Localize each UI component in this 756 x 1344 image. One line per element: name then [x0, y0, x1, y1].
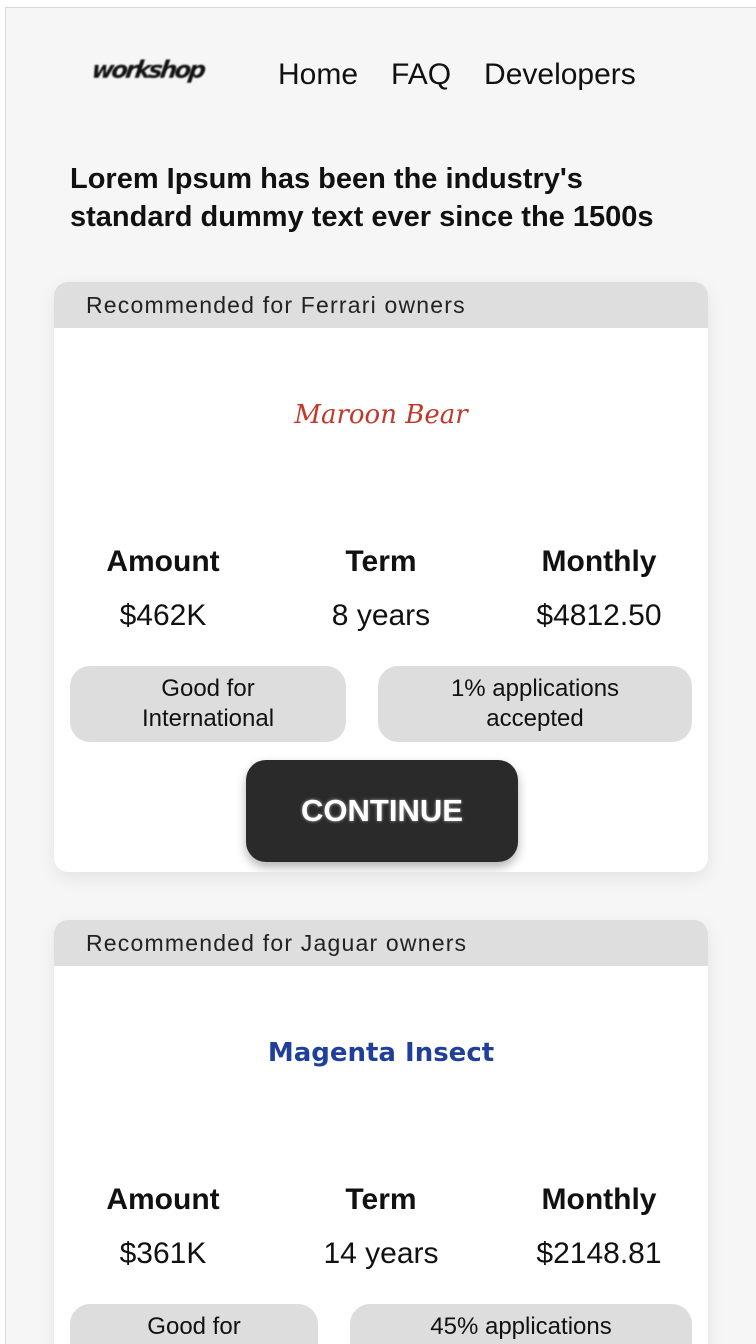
card-recommendation-header: Recommended for Ferrari owners: [54, 282, 708, 328]
stat-term-value: 8 years: [331, 599, 431, 632]
brand-name: Maroon Bear: [294, 400, 468, 430]
stat-amount-label: Amount: [106, 545, 220, 578]
stat-monthly-label: Monthly: [541, 1183, 657, 1216]
continue-button[interactable]: CONTINUE: [246, 760, 518, 862]
brand-name: Magenta Insect: [267, 1038, 495, 1068]
stat-amount-value: $361K: [119, 1237, 207, 1270]
stat-amount: Amount $361K: [54, 1180, 272, 1274]
card-recommendation-header: Recommended for Jaguar owners: [54, 920, 708, 966]
stat-monthly-value: $4812.50: [536, 599, 662, 632]
stat-term-label: Term: [345, 1183, 417, 1216]
page-frame: workshop Home FAQ Developers Lorem Ipsum…: [5, 7, 756, 1344]
stat-term-label: Term: [345, 545, 417, 578]
acceptance-badge: 45% applications accepted: [350, 1304, 692, 1344]
stat-monthly-value: $2148.81: [536, 1237, 662, 1270]
stat-amount: Amount $462K: [54, 542, 272, 636]
stat-term: Term 8 years: [272, 542, 490, 636]
nav-faq-link[interactable]: FAQ: [391, 58, 451, 92]
stat-term: Term 14 years: [272, 1180, 490, 1274]
acceptance-badge: 1% applications accepted: [378, 666, 692, 742]
page-headline: Lorem Ipsum has been the industry's stan…: [70, 163, 654, 233]
stat-monthly-label: Monthly: [541, 545, 657, 578]
top-nav: Home FAQ Developers: [278, 58, 636, 92]
nav-developers-link[interactable]: Developers: [484, 58, 636, 92]
offer-stats: Amount $361K Term 14 years Monthly $2148…: [54, 1180, 708, 1274]
stat-monthly: Monthly $4812.50: [490, 542, 708, 636]
stat-amount-value: $462K: [119, 599, 207, 632]
stat-monthly: Monthly $2148.81: [490, 1180, 708, 1274]
feature-badge: Good for International: [70, 666, 346, 742]
workshop-logo[interactable]: workshop: [90, 56, 205, 84]
offer-card: Recommended for Ferrari owners Maroon Be…: [54, 282, 708, 872]
offer-stats: Amount $462K Term 8 years Monthly $4812.…: [54, 542, 708, 636]
nav-home-link[interactable]: Home: [278, 58, 358, 92]
stat-term-value: 14 years: [323, 1237, 439, 1270]
feature-badge: Good for Principal: [70, 1304, 318, 1344]
stat-amount-label: Amount: [106, 1183, 220, 1216]
offer-card: Recommended for Jaguar owners Magenta In…: [54, 920, 708, 1344]
